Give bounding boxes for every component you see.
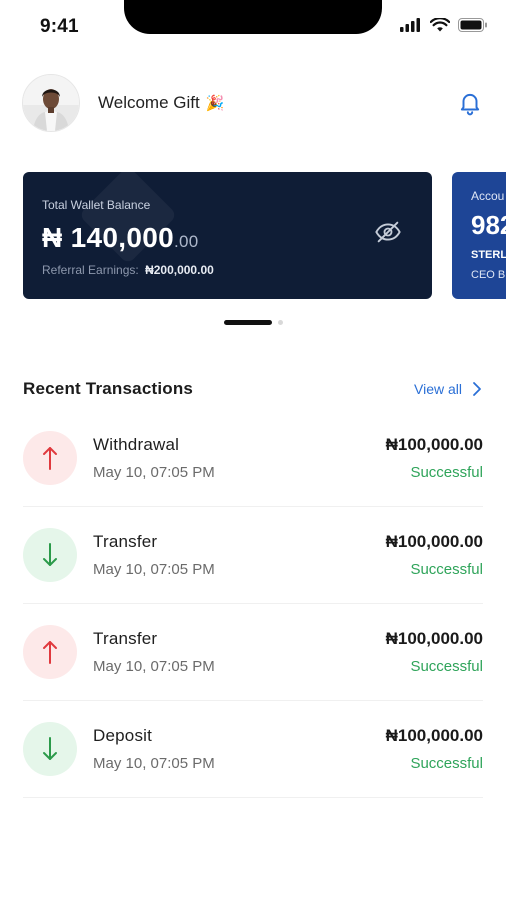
view-all-label: View all: [414, 381, 462, 397]
avatar[interactable]: [22, 74, 80, 132]
transaction-date: May 10, 07:05 PM: [93, 755, 215, 772]
transaction-amount: ₦100,000.00: [385, 726, 483, 745]
transaction-status: Successful: [410, 561, 483, 578]
wallet-balance-card[interactable]: Total Wallet Balance ₦ 140,000.00 Referr…: [23, 172, 432, 299]
transaction-row[interactable]: Transfer May 10, 07:05 PM ₦100,000.00 Su…: [23, 507, 483, 604]
bell-icon[interactable]: [456, 89, 484, 117]
referral-earnings: Referral Earnings: ₦200,000.00: [42, 263, 214, 277]
home-header: Welcome Gift 🎉: [22, 72, 484, 134]
eye-off-icon[interactable]: [374, 218, 402, 246]
arrow-down-icon: [23, 528, 77, 582]
transaction-title: Deposit: [93, 726, 153, 745]
referral-value: ₦200,000.00: [145, 263, 214, 277]
status-bar: 9:41: [0, 0, 506, 56]
transaction-title: Transfer: [93, 629, 158, 648]
section-title: Recent Transactions: [23, 379, 194, 398]
pager-indicator-active[interactable]: [223, 320, 272, 325]
currency-symbol: ₦: [42, 222, 63, 253]
chevron-right-icon: [473, 382, 481, 396]
home-screen: 9:41 Welcome Gift 🎉 Total Wallet Balance…: [0, 0, 506, 900]
pager-indicator[interactable]: [277, 320, 283, 325]
wallet-balance-amount: ₦ 140,000.00: [42, 222, 199, 254]
transaction-amount: ₦100,000.00: [385, 532, 483, 551]
transaction-meta: Transfer May 10, 07:05 PM: [93, 532, 215, 578]
arrow-down-icon: [23, 722, 77, 776]
transaction-summary: ₦100,000.00 Successful: [386, 435, 483, 481]
transaction-meta: Transfer May 10, 07:05 PM: [93, 629, 215, 675]
account-details-card[interactable]: Accou 982 STERL CEO B: [452, 172, 506, 299]
transaction-status: Successful: [410, 658, 483, 675]
transaction-date: May 10, 07:05 PM: [93, 658, 215, 675]
balance-carousel[interactable]: Total Wallet Balance ₦ 140,000.00 Referr…: [23, 172, 506, 300]
party-popper-icon: 🎉: [205, 95, 225, 112]
transaction-row[interactable]: Transfer May 10, 07:05 PM ₦100,000.00 Su…: [23, 604, 483, 701]
transaction-row[interactable]: Withdrawal May 10, 07:05 PM ₦100,000.00 …: [23, 410, 483, 507]
account-label: Accou: [471, 189, 505, 203]
status-icons: [400, 18, 488, 32]
transaction-summary: ₦100,000.00 Successful: [386, 532, 483, 578]
transaction-title: Withdrawal: [93, 435, 180, 454]
transaction-status: Successful: [410, 755, 483, 772]
account-name: CEO B: [471, 269, 506, 281]
transaction-summary: ₦100,000.00 Successful: [386, 726, 483, 772]
balance-main: 140,000: [70, 222, 174, 253]
transaction-summary: ₦100,000.00 Successful: [386, 629, 483, 675]
transaction-status: Successful: [410, 464, 483, 481]
device-notch: [124, 0, 382, 34]
recent-transactions-header: Recent Transactions View all: [23, 376, 482, 402]
carousel-pager: [0, 320, 506, 325]
wallet-balance-label: Total Wallet Balance: [42, 198, 151, 212]
transaction-meta: Deposit May 10, 07:05 PM: [93, 726, 215, 772]
battery-icon: [458, 18, 487, 32]
balance-cents: .00: [173, 232, 199, 251]
view-all-link[interactable]: View all: [414, 381, 482, 397]
wifi-icon: [430, 18, 450, 32]
transaction-meta: Withdrawal May 10, 07:05 PM: [93, 435, 215, 481]
transaction-amount: ₦100,000.00: [385, 629, 483, 648]
cellular-signal-icon: [400, 18, 420, 32]
welcome-greeting: Welcome Gift 🎉: [98, 93, 224, 113]
status-time: 9:41: [40, 16, 79, 37]
greeting-text: Welcome Gift: [98, 93, 200, 112]
transaction-title: Transfer: [93, 532, 158, 551]
transaction-date: May 10, 07:05 PM: [93, 464, 215, 481]
profile-photo: [23, 75, 79, 131]
account-number: 982: [471, 210, 506, 240]
transaction-date: May 10, 07:05 PM: [93, 561, 215, 578]
arrow-up-icon: [23, 625, 77, 679]
account-bank: STERL: [471, 249, 506, 261]
transaction-amount: ₦100,000.00: [385, 435, 483, 454]
transaction-list: Withdrawal May 10, 07:05 PM ₦100,000.00 …: [23, 410, 483, 798]
transaction-row[interactable]: Deposit May 10, 07:05 PM ₦100,000.00 Suc…: [23, 701, 483, 798]
arrow-up-icon: [23, 431, 77, 485]
referral-label: Referral Earnings:: [42, 263, 139, 277]
